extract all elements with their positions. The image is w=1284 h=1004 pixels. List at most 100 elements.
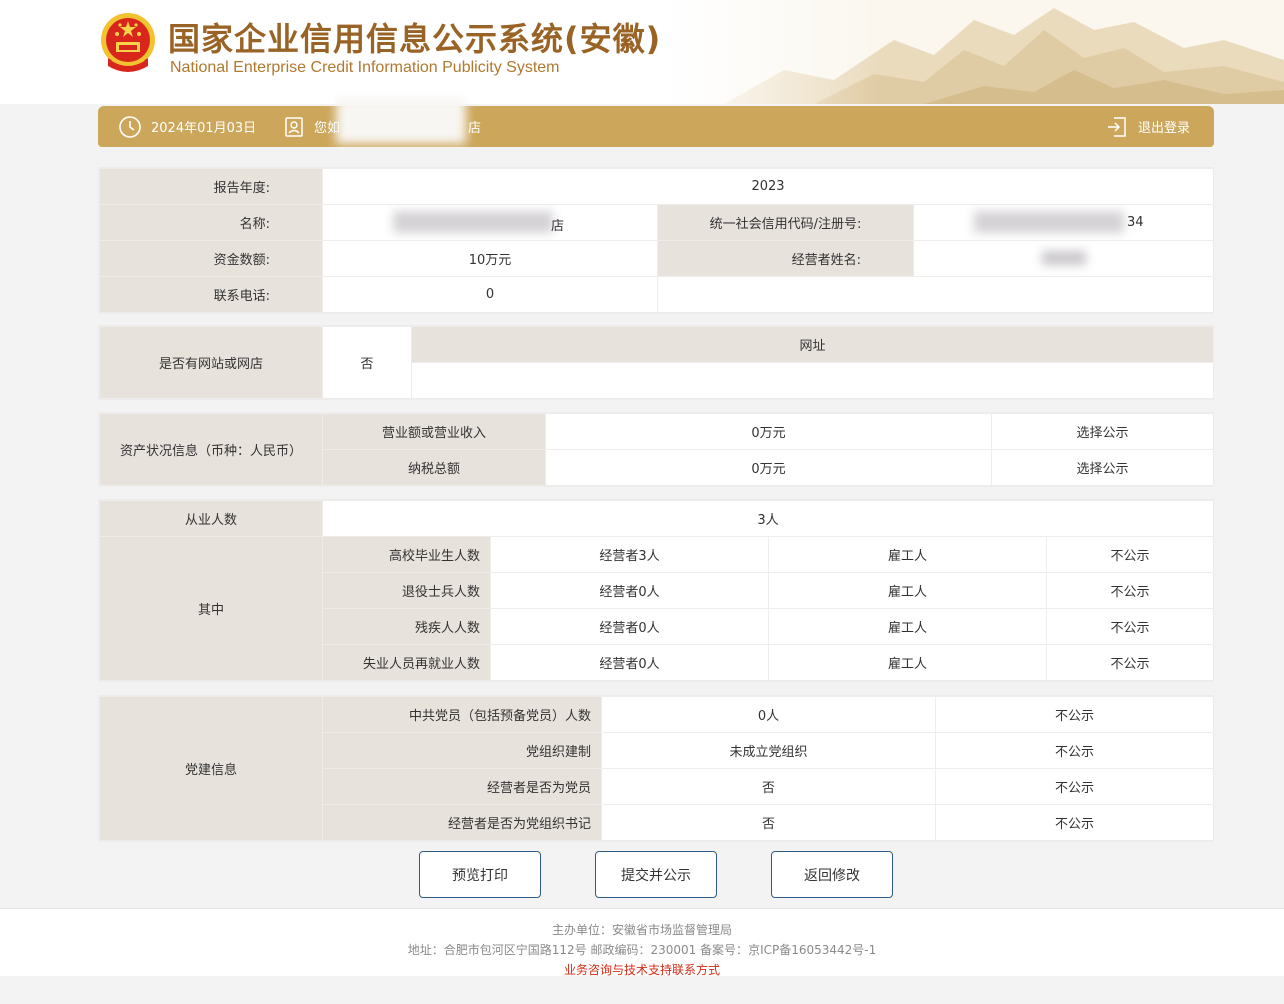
tax-label: 纳税总额 <box>322 449 546 486</box>
table-row: 党建信息 中共党员（包括预备党员）人数 0人 不公示 <box>99 696 1214 841</box>
disabled-employee: 雇工人 <box>768 608 1047 645</box>
table-row: 报告年度: 2023 <box>99 168 1215 205</box>
clock-icon <box>118 115 142 139</box>
credit-code-value-cell: 34 <box>912 204 1215 241</box>
preview-print-button[interactable]: 预览打印 <box>419 851 541 898</box>
disabled-label: 残疾人人数 <box>322 608 491 645</box>
submit-publish-button[interactable]: 提交并公示 <box>595 851 717 898</box>
party-org-value: 未成立党组织 <box>601 732 936 769</box>
employee-count-value: 3人 <box>321 500 1215 537</box>
name-suffix: 店 <box>551 219 565 234</box>
operator-is-member-label: 经营者是否为党员 <box>322 768 602 805</box>
redacted-name <box>393 211 553 233</box>
tax-publicity: 选择公示 <box>991 449 1214 486</box>
disabled-publicity: 不公示 <box>1045 608 1215 645</box>
current-date: 2024年01月03日 <box>151 121 257 136</box>
store-name-suffix: 店 <box>468 121 482 136</box>
disabled-operator: 经营者0人 <box>490 608 769 645</box>
website-answer: 否 <box>322 326 412 399</box>
url-empty-cell <box>411 362 1214 399</box>
employee-breakdown-label: 其中 <box>99 536 323 681</box>
assets-section-label: 资产状况信息（币种：人民币） <box>99 413 323 486</box>
user-card-icon <box>284 116 304 138</box>
redacted-credit-code <box>974 211 1124 233</box>
redacted-store-name <box>336 98 466 144</box>
party-building-table: 党建信息 中共党员（包括预备党员）人数 0人 不公示 党组织建制 未成立党组织 … <box>99 696 1214 841</box>
report-year-value: 2023 <box>321 168 1215 205</box>
table-row: 其中 高校毕业生人数 经营者3人 雇工人 不公示 <box>99 536 1215 681</box>
party-section-label: 党建信息 <box>99 696 323 841</box>
website-question-label: 是否有网站或网店 <box>99 326 323 399</box>
credit-code-label: 统一社会信用代码/注册号: <box>657 204 914 241</box>
reemployed-employee: 雇工人 <box>768 644 1047 681</box>
graduates-employee: 雇工人 <box>768 536 1047 573</box>
user-greeting: 您如 <box>284 106 340 147</box>
operator-is-secretary-label: 经营者是否为党组织书记 <box>322 804 602 841</box>
site-header: 国家企业信用信息公示系统(安徽) National Enterprise Cre… <box>0 0 1284 104</box>
name-label: 名称: <box>99 204 323 241</box>
veterans-operator: 经营者0人 <box>490 572 769 609</box>
user-info-bar: 2024年01月03日 您如 店 退出登录 <box>98 98 1214 147</box>
party-building-section: 党建信息 中共党员（包括预备党员）人数 0人 不公示 党组织建制 未成立党组织 … <box>98 695 1214 842</box>
url-column-header: 网址 <box>411 326 1214 363</box>
veterans-label: 退役士兵人数 <box>322 572 491 609</box>
site-subtitle: National Enterprise Credit Information P… <box>170 59 560 76</box>
redacted-operator-name <box>1042 251 1086 265</box>
employee-count-label: 从业人数 <box>99 500 323 537</box>
basic-info-table: 报告年度: 2023 名称: 店 统一社会信用代码/注册号: 34 资金数额: … <box>99 168 1215 313</box>
assets-table: 资产状况信息（币种：人民币） 营业额或营业收入 0万元 选择公示 纳税总额 0万… <box>99 413 1214 486</box>
table-row: 资产状况信息（币种：人民币） 营业额或营业收入 0万元 选择公示 <box>99 413 1214 486</box>
logout-button[interactable]: 退出登录 <box>1106 106 1190 147</box>
graduates-label: 高校毕业生人数 <box>322 536 491 573</box>
footer-address: 地址：合肥市包河区宁国路112号 邮政编码：230001 备案号：京ICP备16… <box>407 943 877 957</box>
graduates-publicity: 不公示 <box>1045 536 1215 573</box>
veterans-publicity: 不公示 <box>1045 572 1215 609</box>
revenue-label: 营业额或营业收入 <box>322 413 546 450</box>
operator-name-label: 经营者姓名: <box>657 240 914 277</box>
operator-is-member-value: 否 <box>601 768 936 805</box>
website-table: 是否有网站或网店 否 网址 <box>99 326 1214 399</box>
party-members-label: 中共党员（包括预备党员）人数 <box>322 696 602 733</box>
operator-is-member-publicity: 不公示 <box>935 768 1214 805</box>
back-edit-button[interactable]: 返回修改 <box>771 851 893 898</box>
table-row: 联系电话: 0 <box>99 276 1215 313</box>
phone-label: 联系电话: <box>99 276 323 313</box>
empty-cell <box>656 276 1215 313</box>
reemployed-operator: 经营者0人 <box>490 644 769 681</box>
support-contact-link[interactable]: 业务咨询与技术支持联系方式 <box>0 960 1284 980</box>
tax-value: 0万元 <box>545 449 992 486</box>
reemployed-label: 失业人员再就业人数 <box>322 644 491 681</box>
operator-name-value-cell <box>912 240 1215 277</box>
capital-value: 10万元 <box>322 240 658 277</box>
name-value-cell: 店 <box>322 204 658 241</box>
national-emblem-logo <box>101 13 155 72</box>
operator-is-secretary-publicity: 不公示 <box>935 804 1214 841</box>
employees-table: 从业人数 3人 其中 高校毕业生人数 经营者3人 雇工人 不公示 退役士兵人数 … <box>99 500 1215 681</box>
capital-label: 资金数额: <box>99 240 323 277</box>
party-org-publicity: 不公示 <box>935 732 1214 769</box>
revenue-value: 0万元 <box>545 413 992 450</box>
employees-section: 从业人数 3人 其中 高校毕业生人数 经营者3人 雇工人 不公示 退役士兵人数 … <box>98 499 1215 682</box>
basic-info-section: 报告年度: 2023 名称: 店 统一社会信用代码/注册号: 34 资金数额: … <box>98 167 1215 314</box>
logout-icon <box>1106 116 1128 138</box>
revenue-publicity: 选择公示 <box>991 413 1214 450</box>
phone-value: 0 <box>322 276 658 313</box>
table-row: 从业人数 3人 <box>99 500 1215 537</box>
mountain-landscape-image <box>664 0 1284 104</box>
operator-is-secretary-value: 否 <box>601 804 936 841</box>
table-row: 是否有网站或网店 否 网址 <box>99 326 1214 399</box>
party-members-value: 0人 <box>601 696 936 733</box>
table-row: 名称: 店 统一社会信用代码/注册号: 34 <box>99 204 1215 241</box>
graduates-operator: 经营者3人 <box>490 536 769 573</box>
report-year-label: 报告年度: <box>99 168 323 205</box>
website-section: 是否有网站或网店 否 网址 <box>98 325 1214 400</box>
site-title: 国家企业信用信息公示系统(安徽) <box>168 20 662 58</box>
veterans-employee: 雇工人 <box>768 572 1047 609</box>
footer-host: 主办单位：安徽省市场监督管理局 <box>551 923 732 937</box>
date-display: 2024年01月03日 <box>118 106 256 147</box>
credit-code-suffix: 34 <box>1127 215 1144 230</box>
party-org-label: 党组织建制 <box>322 732 602 769</box>
table-row: 资金数额: 10万元 经营者姓名: <box>99 240 1215 277</box>
party-members-publicity: 不公示 <box>935 696 1214 733</box>
assets-section: 资产状况信息（币种：人民币） 营业额或营业收入 0万元 选择公示 纳税总额 0万… <box>98 412 1214 487</box>
